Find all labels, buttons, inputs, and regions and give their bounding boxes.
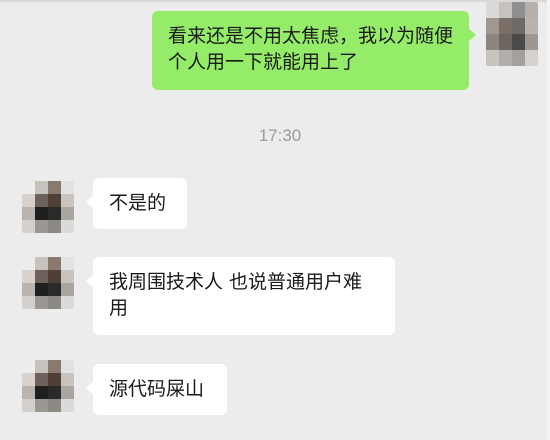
message-timestamp: 17:30 xyxy=(258,126,302,145)
avatar-friend[interactable] xyxy=(22,360,74,412)
message-bubble-friend[interactable]: 我周围技术人 也说普通用户难用 xyxy=(86,257,395,335)
avatar-friend[interactable] xyxy=(22,257,74,309)
chat-top-border xyxy=(0,0,550,2)
message-bubble-friend[interactable]: 不是的 xyxy=(86,178,187,229)
message-bubble-self[interactable]: 看来还是不用太焦虑，我以为随便个人用一下就能用上了 xyxy=(152,11,476,90)
avatar-self[interactable] xyxy=(486,2,538,66)
message-bubble-friend[interactable]: 源代码屎山 xyxy=(86,364,227,415)
avatar-friend[interactable] xyxy=(22,181,74,233)
